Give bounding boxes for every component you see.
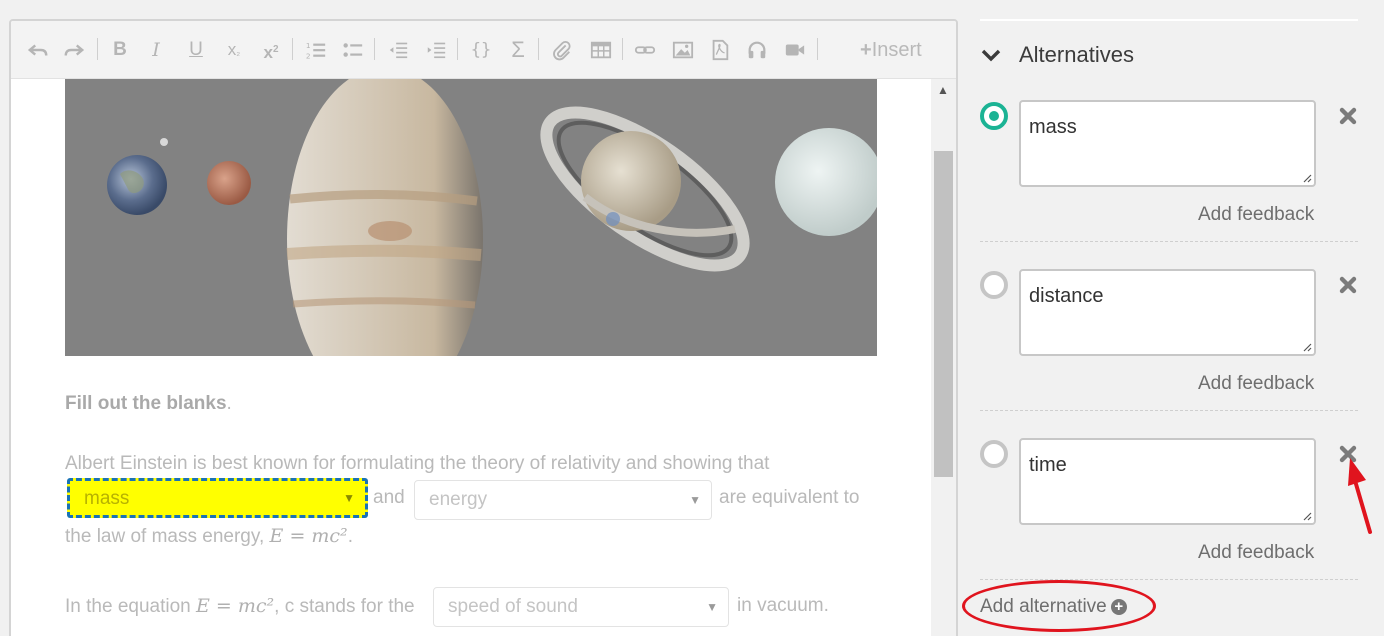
superscript-icon[interactable]: x2 bbox=[258, 37, 284, 63]
alternative-item: distance Add feedback bbox=[980, 269, 1358, 431]
correct-answer-radio[interactable] bbox=[980, 271, 1008, 299]
alternative-text-field[interactable]: time bbox=[1019, 438, 1316, 525]
editor-toolbar: B I U x₂ x2 12 {} Σ +Insert bbox=[11, 21, 956, 79]
delete-alternative-icon[interactable] bbox=[1338, 275, 1358, 295]
toolbar-divider bbox=[622, 38, 623, 60]
redo-icon[interactable] bbox=[61, 37, 87, 63]
correct-answer-radio[interactable] bbox=[980, 440, 1008, 468]
toolbar-divider bbox=[817, 38, 818, 60]
editor-content[interactable]: Fill out the blanks. Albert Einstein is … bbox=[11, 79, 931, 636]
sentence2-prefix: In the equation E = mc², c stands for th… bbox=[65, 595, 415, 617]
toolbar-divider bbox=[292, 38, 293, 60]
rich-text-editor: B I U x₂ x2 12 {} Σ +Insert Fill out the… bbox=[9, 19, 958, 636]
headphones-audio-icon[interactable] bbox=[744, 37, 770, 63]
toolbar-divider bbox=[97, 38, 98, 60]
sentence1-line3: the law of mass energy, E = mc². bbox=[65, 525, 353, 547]
ordered-list-icon[interactable]: 12 bbox=[303, 37, 329, 63]
outdent-icon[interactable] bbox=[385, 37, 411, 63]
alternative-item: time Add feedback bbox=[980, 438, 1358, 600]
bold-icon[interactable]: B bbox=[107, 37, 133, 63]
alternatives-title: Alternatives bbox=[1019, 42, 1134, 67]
pdf-icon[interactable] bbox=[707, 37, 733, 63]
indent-icon[interactable] bbox=[423, 37, 449, 63]
alternative-divider bbox=[980, 241, 1358, 242]
chevron-down-icon bbox=[981, 49, 1001, 62]
image-icon[interactable] bbox=[670, 37, 696, 63]
blank-dropdown-3[interactable]: speed of sound ▼ bbox=[433, 587, 729, 627]
panel-divider bbox=[980, 19, 1358, 21]
add-feedback-link[interactable]: Add feedback bbox=[1198, 542, 1314, 564]
toolbar-divider bbox=[457, 38, 458, 60]
resize-handle-icon[interactable] bbox=[1302, 342, 1312, 352]
svg-text:1: 1 bbox=[306, 41, 311, 50]
sentence1-and: and bbox=[373, 487, 405, 508]
plus-icon: + bbox=[860, 39, 872, 61]
paperclip-icon[interactable] bbox=[549, 37, 575, 63]
editor-scrollbar[interactable]: ▲ bbox=[931, 79, 956, 636]
scrollbar-thumb[interactable] bbox=[934, 151, 953, 477]
scroll-up-arrow-icon[interactable]: ▲ bbox=[935, 83, 951, 99]
resize-handle-icon[interactable] bbox=[1302, 173, 1312, 183]
video-camera-icon[interactable] bbox=[782, 37, 808, 63]
toolbar-divider bbox=[374, 38, 375, 60]
bullet-list-icon[interactable] bbox=[340, 37, 366, 63]
subscript-icon[interactable]: x₂ bbox=[221, 37, 247, 63]
instructions-heading: Fill out the blanks. bbox=[65, 393, 232, 414]
sentence1-after: are equivalent to bbox=[719, 487, 860, 508]
table-icon[interactable] bbox=[588, 37, 614, 63]
alternative-divider bbox=[980, 410, 1358, 411]
equation: E = mc² bbox=[196, 595, 275, 617]
dropdown-caret-icon: ▼ bbox=[689, 493, 701, 507]
alternative-text-field[interactable]: mass bbox=[1019, 100, 1316, 187]
insert-label: Insert bbox=[871, 39, 922, 61]
dropdown-caret-icon: ▼ bbox=[706, 600, 718, 614]
add-feedback-link[interactable]: Add feedback bbox=[1198, 204, 1314, 226]
italic-icon[interactable]: I bbox=[143, 37, 169, 63]
alternatives-panel: Alternatives mass Add feedback distance … bbox=[980, 0, 1384, 636]
dropdown-caret-icon: ▼ bbox=[343, 491, 355, 505]
delete-alternative-icon[interactable] bbox=[1338, 444, 1358, 464]
toolbar-divider bbox=[538, 38, 539, 60]
sigma-math-icon[interactable]: Σ bbox=[505, 37, 531, 63]
correct-answer-radio[interactable] bbox=[980, 102, 1008, 130]
delete-alternative-icon[interactable] bbox=[1338, 106, 1358, 126]
link-icon[interactable] bbox=[632, 37, 658, 63]
blank-dropdown-1[interactable]: mass ▼ bbox=[67, 478, 368, 518]
underline-icon[interactable]: U bbox=[183, 37, 209, 63]
stage: B I U x₂ x2 12 {} Σ +Insert Fill out the… bbox=[0, 0, 1384, 636]
add-alternative-button[interactable]: Add alternative + bbox=[980, 596, 1127, 618]
insert-button[interactable]: +Insert bbox=[860, 37, 922, 63]
undo-icon[interactable] bbox=[25, 37, 51, 63]
code-braces-icon[interactable]: {} bbox=[468, 37, 494, 63]
svg-text:2: 2 bbox=[306, 51, 311, 60]
add-feedback-link[interactable]: Add feedback bbox=[1198, 373, 1314, 395]
alternative-text-field[interactable]: distance bbox=[1019, 269, 1316, 356]
plus-circle-icon: + bbox=[1110, 599, 1127, 615]
sentence1-line1: Albert Einstein is best known for formul… bbox=[65, 453, 770, 474]
equation: E = mc² bbox=[269, 525, 348, 547]
alternative-divider bbox=[980, 579, 1358, 580]
blank-dropdown-2[interactable]: energy ▼ bbox=[414, 480, 712, 520]
alternative-item: mass Add feedback bbox=[980, 100, 1358, 262]
resize-handle-icon[interactable] bbox=[1302, 511, 1312, 521]
solar-system-planets-image bbox=[65, 79, 877, 356]
sentence2-suffix: in vacuum. bbox=[737, 595, 829, 616]
